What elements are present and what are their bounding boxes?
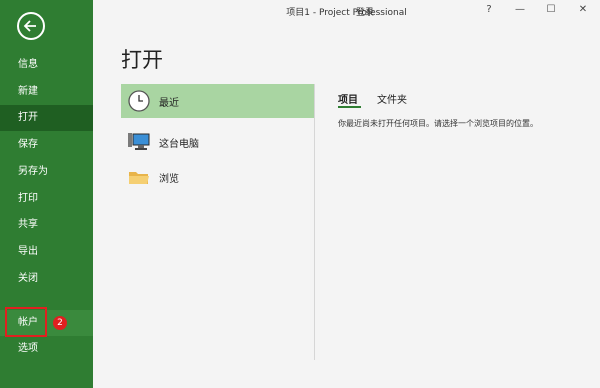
empty-recent-message: 你最近尚未打开任何项目。请选择一个浏览项目的位置。: [338, 119, 538, 128]
help-button[interactable]: ?: [482, 4, 496, 15]
nav-item-save[interactable]: 保存: [0, 132, 93, 158]
nav-item-new[interactable]: 新建: [0, 79, 93, 105]
minimize-button[interactable]: —: [513, 4, 527, 15]
computer-icon: [128, 133, 150, 150]
place-label: 浏览: [159, 174, 179, 185]
nav-item-share[interactable]: 共享: [0, 212, 93, 238]
annotation-highlight-box: [5, 307, 47, 337]
place-browse[interactable]: 浏览: [121, 160, 314, 194]
nav-item-print[interactable]: 打印: [0, 186, 93, 212]
page-title: 打开: [121, 48, 163, 72]
back-arrow-icon: [23, 20, 36, 32]
tab-folders[interactable]: 文件夹: [377, 91, 407, 106]
folder-icon: [129, 172, 149, 184]
place-this-pc[interactable]: 这台电脑: [121, 125, 314, 159]
place-recent[interactable]: 最近: [121, 84, 314, 118]
clock-icon: [128, 90, 150, 112]
close-button[interactable]: ✕: [576, 4, 590, 15]
backstage-sidebar: 信息 新建 打开 保存 另存为 打印 共享 导出 关闭 帐户 选项 2: [0, 0, 93, 388]
nav-item-close[interactable]: 关闭: [0, 266, 93, 292]
tab-projects[interactable]: 项目: [338, 91, 358, 106]
annotation-step-badge: 2: [53, 316, 67, 330]
nav-item-export[interactable]: 导出: [0, 239, 93, 265]
back-button[interactable]: [17, 12, 45, 40]
nav-item-open[interactable]: 打开: [0, 105, 93, 131]
nav-item-save-as[interactable]: 另存为: [0, 159, 93, 185]
nav-item-info[interactable]: 信息: [0, 52, 93, 78]
maximize-button[interactable]: ☐: [544, 4, 558, 15]
open-locations-list: 最近 这台电脑 浏览: [121, 84, 315, 360]
place-label: 最近: [159, 98, 179, 109]
place-label: 这台电脑: [159, 139, 199, 150]
active-tab-underline: [338, 106, 361, 108]
nav-item-options[interactable]: 选项: [0, 336, 93, 362]
sign-in-link[interactable]: 登录: [356, 5, 374, 18]
